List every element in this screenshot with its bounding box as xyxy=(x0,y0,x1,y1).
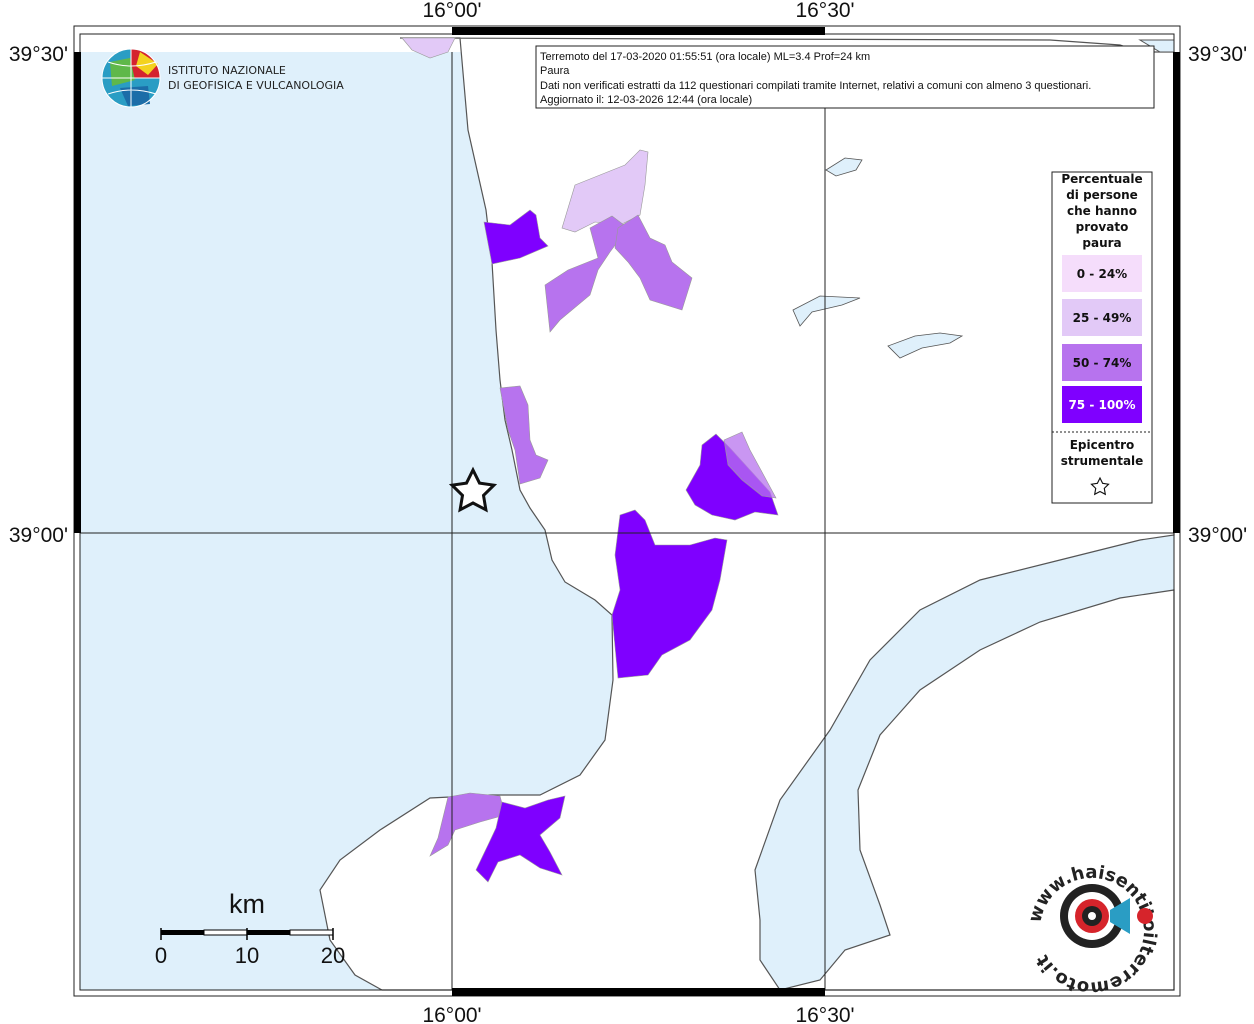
legend-title-5: paura xyxy=(1082,236,1121,250)
lon-label-top-right: 16°30' xyxy=(795,0,854,22)
map: 16°00' 16°30' 16°00' 16°30' 39°30' 39°00… xyxy=(9,0,1247,1024)
legend-label-2: 50 - 74% xyxy=(1073,356,1132,370)
legend-title-4: provato xyxy=(1076,220,1129,234)
legend-title-2: di persone xyxy=(1066,188,1138,202)
lon-label-top-left: 16°00' xyxy=(422,0,481,22)
ingv-name-line1: ISTITUTO NAZIONALE xyxy=(168,64,286,77)
lon-label-bottom-left: 16°00' xyxy=(422,1004,481,1024)
legend-title-1: Percentuale xyxy=(1061,172,1142,186)
scale-unit: km xyxy=(229,889,265,919)
legend-label-0: 0 - 24% xyxy=(1077,267,1127,281)
lat-label-left-top: 39°30' xyxy=(9,43,68,66)
lat-label-right-top: 39°30' xyxy=(1188,43,1247,66)
legend-label-1: 25 - 49% xyxy=(1073,311,1132,325)
scale-label-10: 10 xyxy=(235,943,259,968)
legend-epicenter-2: strumentale xyxy=(1061,454,1144,468)
info-source: Dati non verificati estratti da 112 ques… xyxy=(540,80,1091,92)
ingv-globe-icon xyxy=(101,48,161,108)
scale-label-0: 0 xyxy=(155,943,167,968)
scale-label-20: 20 xyxy=(321,943,345,968)
legend-epicenter-1: Epicentro xyxy=(1070,438,1135,452)
lat-label-right-bottom: 39°00' xyxy=(1188,524,1247,547)
event-info-box: Terremoto del 17-03-2020 01:55:51 (ora l… xyxy=(535,45,1155,109)
lat-label-left-bottom: 39°00' xyxy=(9,524,68,547)
info-type: Paura xyxy=(540,65,570,77)
legend-label-3: 75 - 100% xyxy=(1068,398,1135,412)
legend-title-3: che hanno xyxy=(1067,204,1137,218)
info-updated: Aggiornato il: 12-03-2026 12:44 (ora loc… xyxy=(540,94,752,106)
ingv-name-line2: DI GEOFISICA E VULCANOLOGIA xyxy=(168,79,344,92)
legend: Percentuale di persone che hanno provato… xyxy=(1051,171,1153,504)
info-event: Terremoto del 17-03-2020 01:55:51 (ora l… xyxy=(540,51,870,63)
lon-label-bottom-right: 16°30' xyxy=(795,1004,854,1024)
